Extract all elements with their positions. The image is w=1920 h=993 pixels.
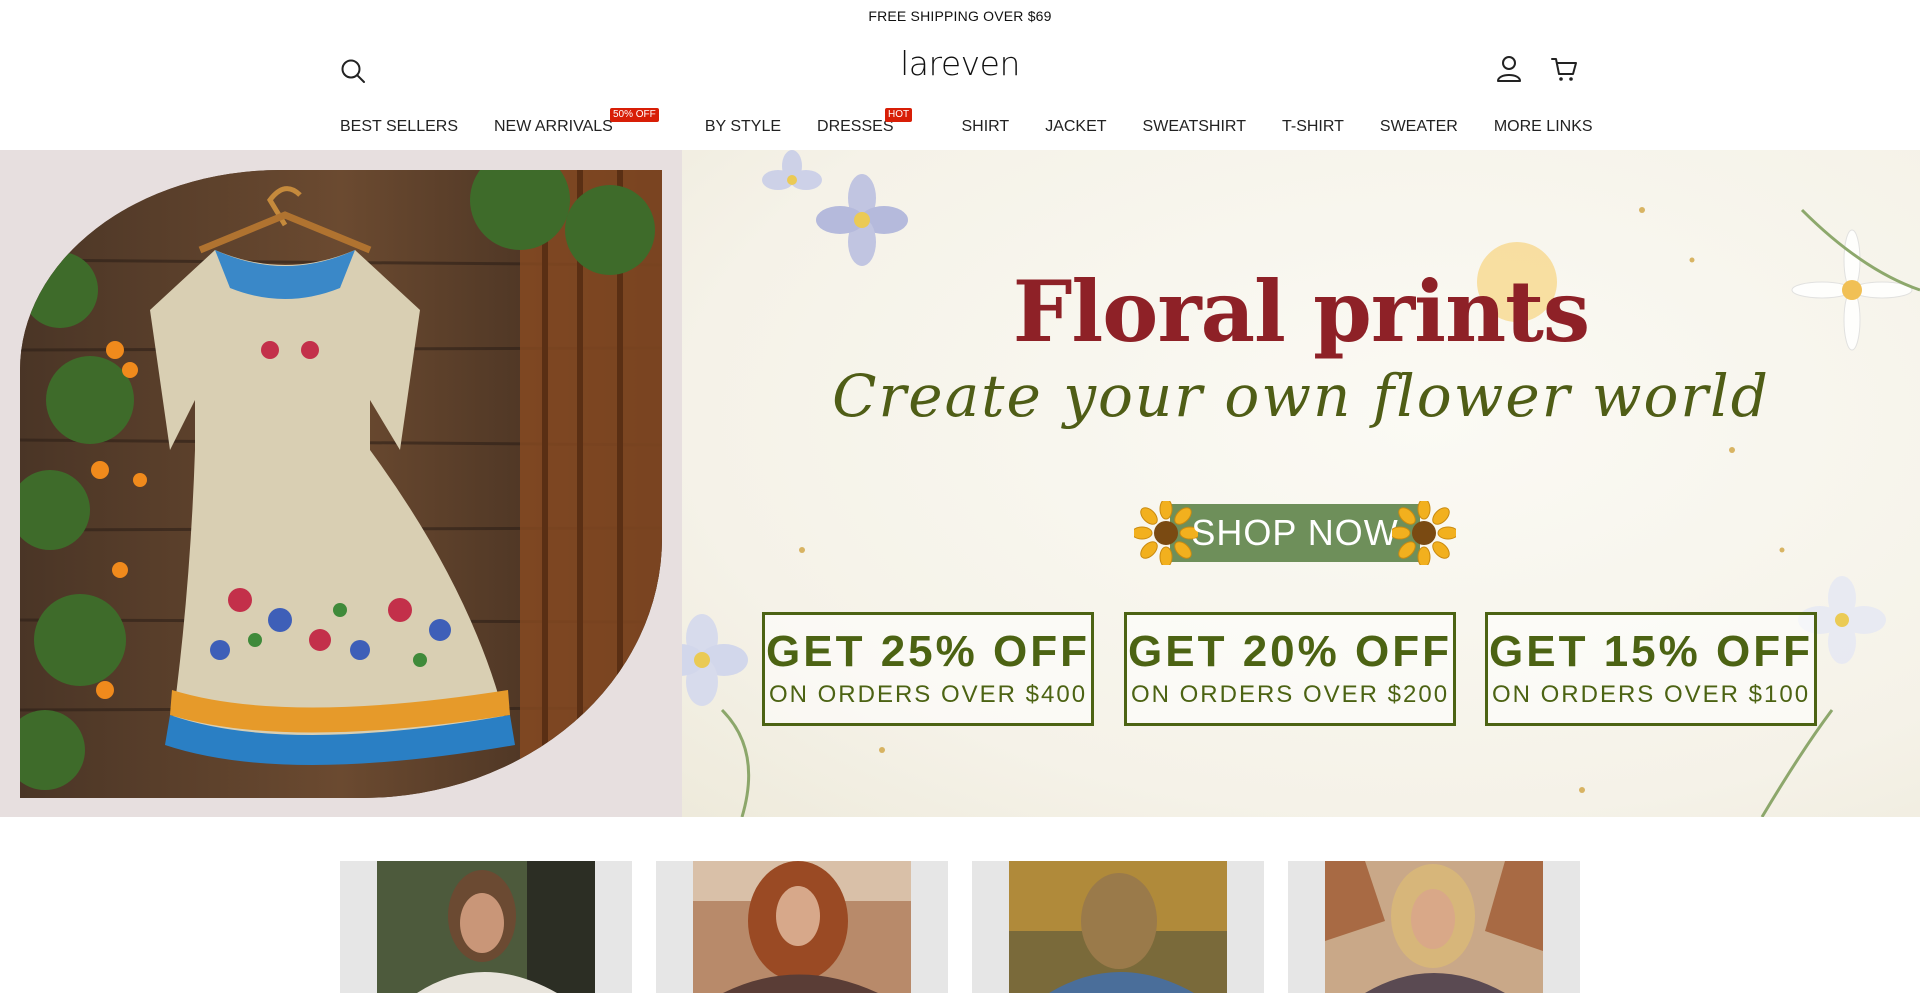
hero-title: Floral prints bbox=[1012, 262, 1590, 361]
model-photo bbox=[1325, 861, 1543, 993]
product-row bbox=[340, 861, 1580, 993]
nav-item-shirt[interactable]: SHIRT bbox=[961, 118, 1009, 136]
nav-label: BEST SELLERS bbox=[340, 118, 458, 135]
nav-item-t-shirt[interactable]: T-SHIRT bbox=[1282, 118, 1344, 136]
nav-label: MORE LINKS bbox=[1493, 118, 1593, 135]
hero-banner[interactable]: Floral prints Create your own flower wor… bbox=[0, 150, 1920, 817]
search-icon bbox=[341, 59, 365, 83]
nav-label: SHIRT bbox=[961, 118, 1010, 135]
hero-photo-frame bbox=[0, 150, 682, 817]
shop-now-label: SHOP NOW bbox=[1191, 512, 1399, 553]
nav-item-by-style[interactable]: BY STYLE bbox=[705, 118, 781, 136]
nav-item-best-sellers[interactable]: BEST SELLERS bbox=[340, 118, 458, 136]
model-photo bbox=[377, 861, 595, 993]
offer-headline: GET 25% OFF bbox=[766, 627, 1090, 676]
offer-card-15[interactable]: GET 15% OFF ON ORDERS OVER $100 bbox=[1485, 612, 1817, 726]
nav-label: SWEATSHIRT bbox=[1142, 118, 1246, 135]
product-image bbox=[1325, 861, 1543, 993]
product-card[interactable] bbox=[656, 861, 948, 993]
product-image bbox=[693, 861, 911, 993]
sale-badge: 50% OFF bbox=[609, 108, 659, 122]
nav-label: SWEATER bbox=[1379, 118, 1458, 135]
hot-badge: HOT bbox=[885, 108, 913, 122]
nav-label: NEW ARRIVALS bbox=[493, 118, 613, 135]
user-icon bbox=[1497, 56, 1521, 82]
search-button[interactable] bbox=[336, 54, 370, 88]
product-image bbox=[377, 861, 595, 993]
sunflower-icon bbox=[1392, 501, 1456, 565]
nav-item-more-links[interactable]: MORE LINKS bbox=[1494, 118, 1593, 136]
offer-condition: ON ORDERS OVER $100 bbox=[1491, 681, 1811, 708]
nav-item-new-arrivals[interactable]: NEW ARRIVALS 50% OFF bbox=[493, 108, 669, 136]
main-nav: BEST SELLERS NEW ARRIVALS 50% OFF BY STYL… bbox=[340, 108, 1629, 142]
offer-condition: ON ORDERS OVER $200 bbox=[1130, 681, 1450, 708]
sunflower-icon bbox=[1134, 501, 1198, 565]
announcement-bar: FREE SHIPPING OVER $69 bbox=[0, 0, 1920, 32]
offer-condition: ON ORDERS OVER $400 bbox=[768, 681, 1088, 708]
nav-label: DRESSES bbox=[817, 118, 894, 135]
announcement-text: FREE SHIPPING OVER $69 bbox=[868, 8, 1052, 24]
offer-headline: GET 15% OFF bbox=[1489, 627, 1813, 676]
cart-icon bbox=[1551, 58, 1577, 81]
shop-now-button[interactable]: SHOP NOW bbox=[1134, 501, 1456, 565]
product-card[interactable] bbox=[972, 861, 1264, 993]
site-logo[interactable]: lareven bbox=[0, 44, 1920, 83]
model-photo bbox=[1009, 861, 1227, 993]
hero-dress-image bbox=[20, 170, 662, 798]
nav-item-dresses[interactable]: DRESSES HOT bbox=[817, 108, 925, 136]
offer-headline: GET 20% OFF bbox=[1128, 627, 1452, 676]
hero-promo-panel: Floral prints Create your own flower wor… bbox=[682, 150, 1920, 817]
offer-card-25[interactable]: GET 25% OFF ON ORDERS OVER $400 bbox=[762, 612, 1094, 726]
nav-item-sweatshirt[interactable]: SWEATSHIRT bbox=[1143, 118, 1246, 136]
nav-label: BY STYLE bbox=[704, 118, 782, 135]
product-image bbox=[1009, 861, 1227, 993]
cart-button[interactable] bbox=[1547, 52, 1581, 86]
model-photo bbox=[693, 861, 911, 993]
dress-illustration bbox=[20, 170, 662, 798]
account-button[interactable] bbox=[1492, 52, 1526, 86]
nav-item-jacket[interactable]: JACKET bbox=[1045, 118, 1106, 136]
offer-card-20[interactable]: GET 20% OFF ON ORDERS OVER $200 bbox=[1124, 612, 1456, 726]
nav-item-sweater[interactable]: SWEATER bbox=[1380, 118, 1458, 136]
nav-label: JACKET bbox=[1045, 118, 1107, 135]
nav-label: T-SHIRT bbox=[1281, 118, 1344, 135]
product-card[interactable] bbox=[1288, 861, 1580, 993]
site-header: lareven BEST SELLERS NEW ARRIVALS 50% OFF… bbox=[0, 32, 1920, 142]
hero-subtitle: Create your own flower world bbox=[832, 362, 1770, 430]
product-card[interactable] bbox=[340, 861, 632, 993]
